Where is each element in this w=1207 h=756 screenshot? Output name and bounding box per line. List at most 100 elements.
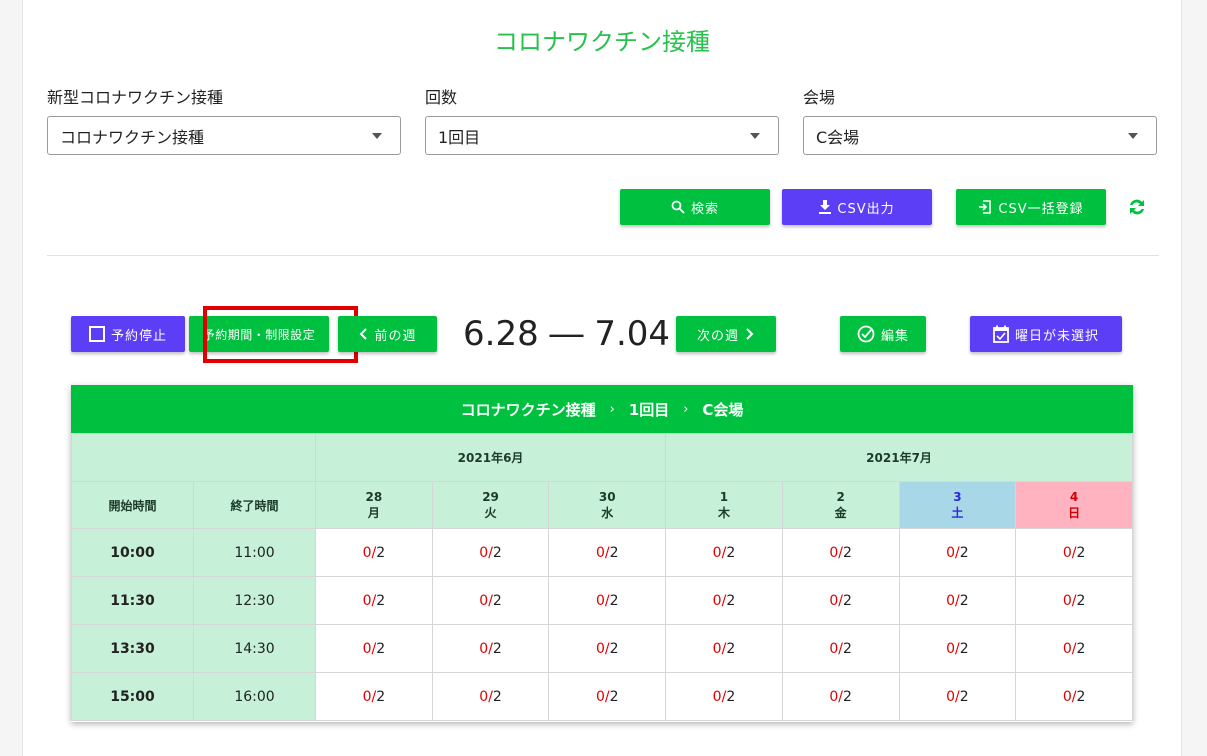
capacity-count: 2: [376, 688, 386, 705]
booked-count: 0: [1062, 640, 1072, 657]
search-button-label: 検索: [690, 201, 719, 217]
slot-cell[interactable]: 0/2: [315, 672, 433, 721]
search-button[interactable]: 検索: [620, 189, 770, 225]
chevron-down-icon: [1128, 133, 1138, 139]
start-time: 15:00: [71, 672, 194, 721]
slot-cell[interactable]: 0/2: [315, 624, 433, 673]
slot-cell[interactable]: 0/2: [898, 624, 1017, 673]
start-time: 13:30: [71, 624, 194, 673]
day-header: 28 月: [315, 481, 433, 529]
capacity-count: 2: [1076, 688, 1086, 705]
end-time: 14:30: [193, 624, 316, 673]
weekday-select-label: 曜日が未選択: [1014, 328, 1099, 344]
chevron-left-icon: [360, 328, 368, 340]
slot-cell[interactable]: 0/2: [431, 528, 550, 577]
booked-count: 0: [946, 640, 955, 657]
slot-cell[interactable]: 0/2: [1015, 624, 1133, 673]
slot-cell[interactable]: 0/2: [781, 528, 900, 577]
booked-count: 0: [829, 640, 839, 657]
venue-select-value: C会場: [816, 127, 860, 147]
start-time: 10:00: [71, 528, 194, 577]
capacity-count: 2: [726, 544, 736, 561]
suspend-reservation-label: 予約停止: [110, 328, 167, 344]
slot-cell[interactable]: 0/2: [781, 672, 900, 721]
slot-cell[interactable]: 0/2: [1015, 576, 1133, 625]
capacity-count: 2: [726, 592, 736, 609]
booked-count: 0: [1062, 592, 1072, 609]
capacity-count: 2: [959, 544, 969, 561]
month-june: 2021年6月: [314, 433, 667, 482]
dose-select[interactable]: 1回目: [425, 116, 779, 155]
slot-cell[interactable]: 0/2: [548, 528, 667, 577]
booked-count: 0: [1062, 688, 1072, 705]
booked-count: 0: [479, 640, 489, 657]
start-time: 11:30: [71, 576, 194, 625]
slot-cell[interactable]: 0/2: [1015, 672, 1133, 721]
refresh-icon[interactable]: [1126, 196, 1148, 222]
slot-cell[interactable]: 0/2: [431, 576, 550, 625]
slot-cell[interactable]: 0/2: [665, 624, 783, 673]
checkbox-empty-icon: [88, 326, 105, 342]
day-header: 1木: [665, 481, 783, 529]
booked-count: 0: [946, 688, 955, 705]
slot-cell[interactable]: 0/2: [665, 576, 783, 625]
next-week-button[interactable]: 次の週: [676, 316, 776, 352]
chevron-down-icon: [750, 133, 760, 139]
dose-label: 回数: [425, 88, 458, 107]
slot-cell[interactable]: 0/2: [665, 528, 783, 577]
slot-cell[interactable]: 0/2: [315, 576, 433, 625]
slot-cell[interactable]: 0/2: [781, 624, 900, 673]
capacity-count: 2: [959, 688, 969, 705]
col-end-time: 終了時間: [193, 481, 316, 529]
suspend-reservation-button[interactable]: 予約停止: [71, 316, 185, 352]
slot-cell[interactable]: 0/2: [315, 528, 433, 577]
capacity-count: 2: [726, 688, 736, 705]
capacity-count: 2: [843, 592, 852, 609]
capacity-count: 2: [609, 688, 619, 705]
slot-cell[interactable]: 0/2: [898, 528, 1017, 577]
capacity-count: 2: [492, 688, 502, 705]
weekday-select-button[interactable]: 曜日が未選択: [970, 316, 1122, 352]
capacity-count: 2: [609, 544, 619, 561]
prev-week-button[interactable]: 前の週: [338, 316, 437, 352]
vaccine-select[interactable]: コロナワクチン接種: [47, 116, 401, 155]
slot-cell[interactable]: 0/2: [781, 576, 900, 625]
csv-export-button[interactable]: CSV出力: [782, 189, 932, 225]
day-header-saturday: 3土: [898, 481, 1017, 529]
csv-import-button[interactable]: CSV一括登録: [956, 189, 1106, 225]
capacity-count: 2: [492, 640, 502, 657]
capacity-count: 2: [1076, 592, 1086, 609]
capacity-count: 2: [843, 544, 852, 561]
slot-cell[interactable]: 0/2: [665, 672, 783, 721]
header-empty: [71, 433, 316, 482]
venue-select[interactable]: C会場: [803, 116, 1157, 155]
breadcrumb-venue: C会場: [702, 400, 744, 419]
slot-cell[interactable]: 0/2: [898, 576, 1017, 625]
csv-import-label: CSV一括登録: [998, 201, 1084, 217]
table-row: 11:30 12:30 0/2 0/2 0/2 0/2 0/2 0/2 0/2: [71, 576, 1133, 625]
slot-cell[interactable]: 0/2: [548, 672, 667, 721]
day-header: 30 水: [548, 481, 667, 529]
schedule-grid: 2021年6月 2021年7月 開始時間 終了時間 28 月 29 火 30 水 1木…: [71, 433, 1133, 721]
week-range: 6.28 ― 7.04: [463, 314, 671, 354]
day-header: 2金: [781, 481, 900, 529]
table-breadcrumb: コロナワクチン接種 › 1回目 › C会場: [71, 385, 1133, 433]
slot-cell[interactable]: 0/2: [548, 624, 667, 673]
capacity-count: 2: [376, 640, 386, 657]
chevron-down-icon: [372, 133, 382, 139]
slot-cell[interactable]: 0/2: [898, 672, 1017, 721]
slot-cell[interactable]: 0/2: [1015, 528, 1133, 577]
capacity-count: 2: [959, 640, 969, 657]
dose-select-value: 1回目: [438, 127, 481, 147]
booked-count: 0: [946, 544, 955, 561]
slot-cell[interactable]: 0/2: [431, 672, 550, 721]
booked-count: 0: [946, 592, 955, 609]
slot-cell[interactable]: 0/2: [548, 576, 667, 625]
capacity-count: 2: [376, 592, 386, 609]
vaccine-select-value: コロナワクチン接種: [60, 127, 205, 147]
booked-count: 0: [595, 544, 605, 561]
next-week-label: 次の週: [696, 328, 739, 344]
edit-button[interactable]: 編集: [840, 316, 926, 352]
slot-cell[interactable]: 0/2: [431, 624, 550, 673]
table-row: 13:30 14:30 0/2 0/2 0/2 0/2 0/2 0/2 0/2: [71, 624, 1133, 673]
